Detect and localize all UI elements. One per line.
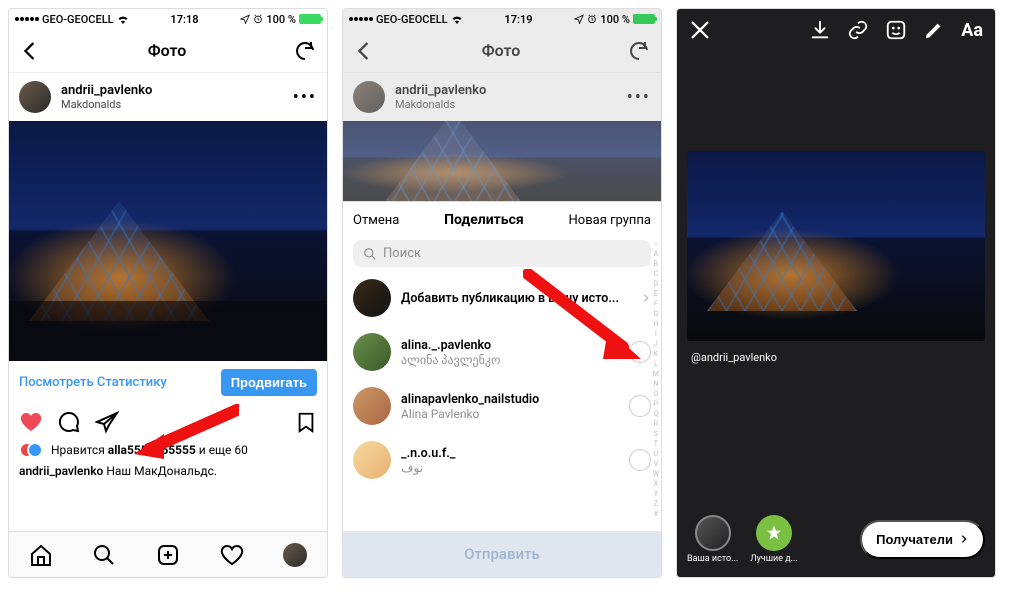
contact-avatar [353,387,391,425]
stats-row: Посмотреть Статистику Продвигать [9,361,327,404]
search-placeholder: Поиск [383,246,421,261]
likes-row[interactable]: Нравится alla5555555555 и еще 60 [9,440,327,460]
post-image[interactable] [9,121,327,361]
contact-row[interactable]: _.n.o.u.f._نوف [343,433,661,487]
download-icon[interactable] [809,19,831,41]
draw-icon[interactable] [923,19,945,41]
promote-button[interactable]: Продвигать [221,369,317,396]
more-icon[interactable]: ••• [293,87,317,108]
story-post-preview[interactable] [687,151,985,341]
author-location[interactable]: Makdonalds [61,98,283,111]
battery-icon [299,14,321,24]
sticker-icon[interactable] [885,19,907,41]
bookmark-icon[interactable] [295,410,317,434]
chevron-right-icon [641,291,651,305]
cancel-button[interactable]: Отмена [353,213,399,228]
screen-post-view: GEO-GEOCELL 17:18 100 % Фото andrii_pavl… [8,8,328,578]
nav-home-icon[interactable] [29,543,53,567]
contact-row[interactable]: alina._.pavlenkoალინა პავლენკო [343,325,661,379]
status-bar: GEO-GEOCELL 17:18 100 % [9,9,327,29]
refresh-icon[interactable] [293,39,317,63]
page-title: Фото [148,41,187,60]
contact-avatar [353,333,391,371]
author-username[interactable]: andrii_pavlenko [61,83,283,98]
share-icon[interactable] [95,410,119,434]
send-button[interactable]: Отправить [343,531,661,577]
wifi-icon [117,14,129,24]
contact-radio[interactable] [629,395,651,417]
your-story-button[interactable]: Ваша исто... [687,515,738,564]
carrier-label: GEO-GEOCELL [42,13,114,26]
view-stats-link[interactable]: Посмотреть Статистику [19,375,167,390]
bottom-nav [9,531,327,577]
likes-text: Нравится alla5555555555 и еще 60 [51,443,248,457]
recipients-button[interactable]: Получатели [860,520,985,559]
contact-radio[interactable] [629,341,651,363]
screen-share-sheet: GEO-GEOCELL 17:19 100 % Фото andrii_pavl… [342,8,662,578]
story-bottom-bar: Ваша исто... Лучшие д... Получатели [677,501,995,577]
new-group-button[interactable]: Новая группа [569,213,651,228]
contact-avatar [353,441,391,479]
post-author-row[interactable]: andrii_pavlenko Makdonalds ••• [9,73,327,121]
screen-story-editor: Aa @andrii_pavlenko Ваша исто... Лучшие … [676,8,996,578]
star-icon [765,524,783,542]
contact-list[interactable]: Добавить публикацию в вашу исто... alina… [343,271,661,531]
search-icon [363,247,377,261]
alarm-icon [253,14,263,24]
liker-avatars [19,442,45,458]
action-bar [9,404,327,440]
close-icon[interactable] [689,19,711,41]
back-icon[interactable] [19,40,41,62]
caption[interactable]: andrii_pavlenko Наш МакДональдс. [9,460,327,482]
best-friends-button[interactable]: Лучшие д... [750,515,798,564]
nav-search-icon[interactable] [92,543,116,567]
alpha-scroll[interactable]: ☆ABCDEFGHIJKLMNOPQRSTUVWXYZ# [653,239,659,519]
link-icon[interactable] [847,19,869,41]
share-sheet: Отмена Поделиться Новая группа Поиск Доб… [343,201,661,577]
header: Фото [9,29,327,73]
location-icon [240,14,250,24]
nav-profile-icon[interactable] [283,543,307,567]
comment-icon[interactable] [57,410,81,434]
nav-add-icon[interactable] [156,543,180,567]
like-icon[interactable] [19,410,43,434]
story-toolbar: Aa [677,9,995,51]
share-title: Поделиться [444,212,524,228]
nav-activity-icon[interactable] [220,543,244,567]
contact-row[interactable]: Добавить публикацию в вашу исто... [343,271,661,325]
search-input[interactable]: Поиск [353,240,651,267]
signal-icon [15,17,39,21]
story-mention[interactable]: @andrii_pavlenko [677,341,995,374]
contact-radio[interactable] [629,449,651,471]
battery-pct: 100 % [266,13,296,26]
contact-row[interactable]: alinapavlenko_nailstudioAlina Pavlenko [343,379,661,433]
clock: 17:18 [170,13,198,26]
text-tool-icon[interactable]: Aa [961,20,983,41]
avatar[interactable] [19,81,51,113]
contact-avatar [353,279,391,317]
chevron-right-icon [959,532,969,546]
